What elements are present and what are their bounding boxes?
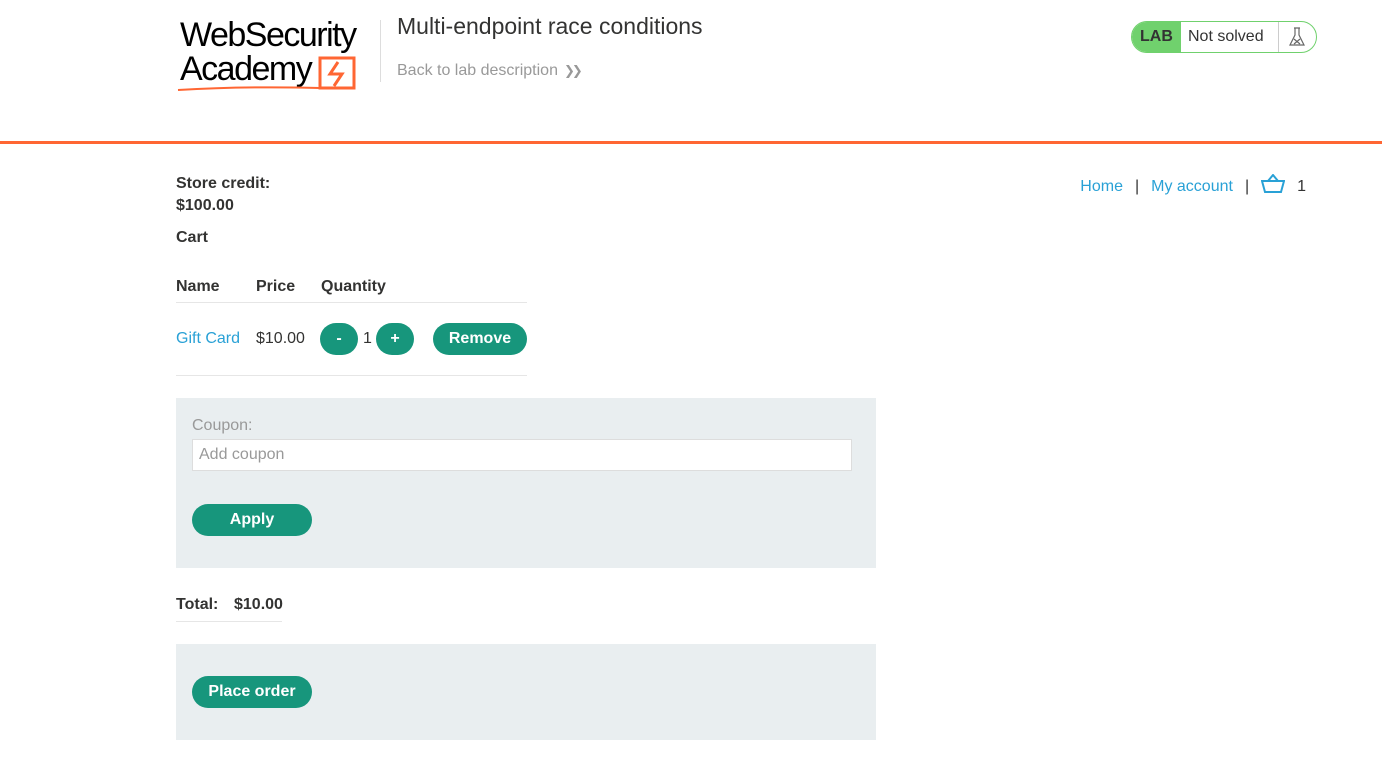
page-header: WebSecurity Academy Multi-endpoint race … [0, 0, 1382, 144]
web-security-academy-logo[interactable]: WebSecurity Academy [176, 16, 376, 94]
nav-home-link[interactable]: Home [1080, 178, 1123, 196]
logo-underline [177, 86, 321, 91]
place-order-panel: Place order [176, 644, 876, 740]
nav-separator: | [1134, 177, 1140, 195]
logo-bolt-icon [318, 56, 356, 90]
lab-status-widget: LAB Not solved [1131, 21, 1317, 53]
column-header-price: Price [256, 278, 296, 295]
header-divider [380, 20, 381, 82]
back-to-lab-description-link[interactable]: Back to lab description ❯❯ [397, 62, 583, 80]
basket-icon[interactable] [1260, 173, 1286, 199]
coupon-input[interactable] [192, 439, 852, 471]
nav-separator: | [1244, 177, 1250, 195]
double-chevron-right-icon: ❯❯ [563, 63, 583, 78]
lab-status-text: Not solved [1188, 28, 1264, 45]
logo-line1: WebSecurity [180, 16, 357, 54]
cart-heading: Cart [176, 229, 209, 246]
total-label: Total: [176, 596, 219, 613]
nav-my-account-link[interactable]: My account [1151, 178, 1233, 196]
coupon-label: Coupon: [192, 417, 253, 434]
increase-quantity-button[interactable]: + [376, 323, 414, 355]
total-divider [176, 621, 282, 622]
store-credit-value: $100.00 [176, 197, 234, 214]
remove-item-button[interactable]: Remove [433, 323, 527, 355]
back-link-label: Back to lab description [397, 62, 558, 79]
product-link-gift-card[interactable]: Gift Card [176, 330, 240, 347]
store-credit-label: Store credit: [176, 175, 271, 192]
decrease-quantity-button[interactable]: - [320, 323, 358, 355]
cart-count: 1 [1297, 177, 1306, 195]
total-value: $10.00 [234, 596, 283, 613]
product-price: $10.00 [256, 330, 305, 347]
table-header-divider [176, 302, 527, 303]
apply-coupon-button[interactable]: Apply [192, 504, 312, 536]
column-header-quantity: Quantity [321, 278, 386, 295]
column-header-name: Name [176, 278, 220, 295]
lab-title: Multi-endpoint race conditions [397, 13, 703, 39]
logo-line2: Academy [180, 50, 313, 88]
flask-icon [1278, 22, 1315, 52]
lab-badge: LAB [1132, 22, 1181, 52]
coupon-panel: Coupon: Apply [176, 398, 876, 568]
top-navigation: Home | My account | 1 [1080, 173, 1306, 199]
table-row-divider [176, 375, 527, 376]
place-order-button[interactable]: Place order [192, 676, 312, 708]
quantity-value: 1 [363, 330, 372, 347]
